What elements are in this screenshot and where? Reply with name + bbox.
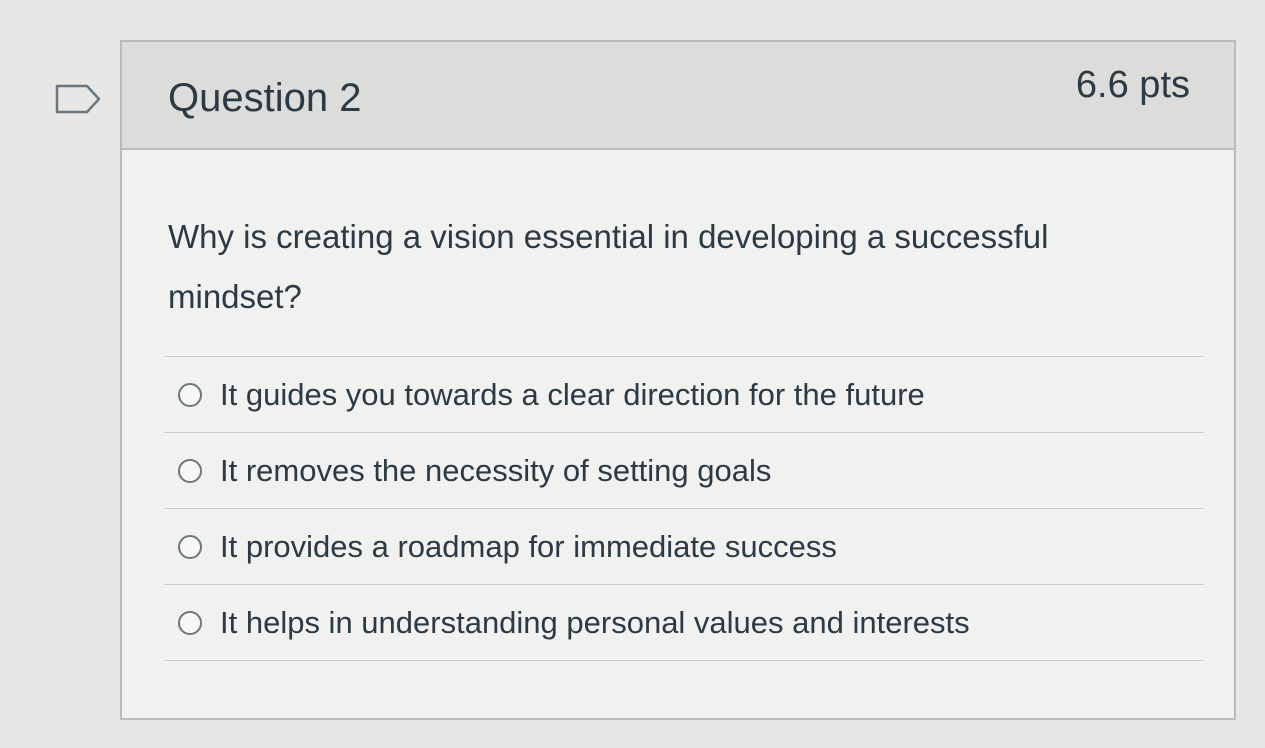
answer-option-2[interactable]: It removes the necessity of setting goal… [164, 433, 1204, 509]
answer-label: It removes the necessity of setting goal… [220, 452, 772, 488]
flag-question-icon[interactable] [55, 84, 101, 114]
answer-list: It guides you towards a clear direction … [164, 356, 1204, 661]
answer-option-3[interactable]: It provides a roadmap for immediate succ… [164, 509, 1204, 585]
radio-button-icon[interactable] [178, 534, 202, 559]
radio-button-icon[interactable] [178, 382, 202, 407]
radio-button-icon[interactable] [178, 458, 202, 483]
question-text: Why is creating a vision essential in de… [168, 218, 1049, 315]
answer-label: It provides a roadmap for immediate succ… [220, 528, 837, 564]
answer-label: It helps in understanding personal value… [220, 604, 970, 640]
question-header: Question 2 6.6 pts [122, 42, 1234, 150]
answer-label: It guides you towards a clear direction … [220, 376, 925, 412]
answer-option-4[interactable]: It helps in understanding personal value… [164, 585, 1204, 661]
question-card: Question 2 6.6 pts Why is creating a vis… [120, 40, 1236, 720]
answer-option-1[interactable]: It guides you towards a clear direction … [164, 357, 1204, 433]
question-title: Question 2 [168, 76, 362, 120]
question-points: 6.6 pts [1075, 64, 1190, 106]
radio-button-icon[interactable] [178, 610, 202, 635]
